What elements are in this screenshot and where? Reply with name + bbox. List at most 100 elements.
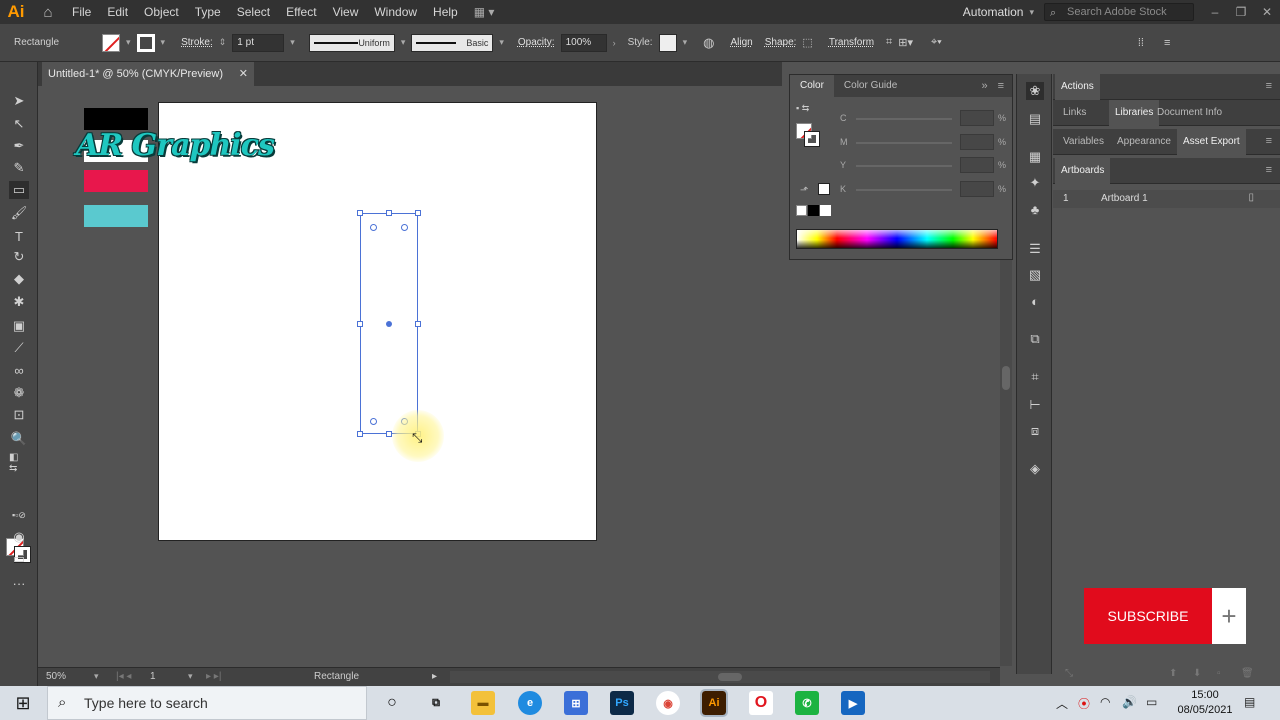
subscribe-plus-icon[interactable]: + [1212,588,1246,644]
selected-rectangle[interactable] [357,210,421,437]
swatches-icon[interactable]: ▦ [1026,148,1044,166]
black-value-field[interactable] [960,181,994,197]
taskbar-search-input[interactable]: ⌕ Type here to search [47,686,367,720]
menu-select[interactable]: Select [229,0,278,24]
stroke-icon[interactable] [804,131,820,147]
chevron-down-icon[interactable]: ▾ [94,671,99,682]
move-down-icon[interactable]: ⬇ [1193,668,1201,679]
gradient-panel-icon[interactable]: ▧ [1026,266,1044,284]
panel-options-icon[interactable]: ⁞⁞ [1138,37,1144,49]
align-link[interactable]: Align [730,37,752,48]
none-swatch[interactable] [796,205,807,216]
layers-icon[interactable]: ◈ [1026,460,1044,478]
blend-tool-icon[interactable]: ∞ [9,361,29,379]
opacity-label[interactable]: Opacity: [518,37,555,48]
corner-widget[interactable] [370,224,377,231]
opacity-field[interactable]: 100% [560,33,607,52]
subscribe-button[interactable]: SUBSCRIBE [1084,588,1212,644]
zoom-level[interactable]: 50% [46,671,66,682]
notifications-icon[interactable]: ▤ [1244,695,1255,709]
drawing-modes-icon[interactable]: ◉ [9,528,29,546]
chevron-right-icon[interactable]: › [613,38,616,48]
handle-middle-right[interactable] [415,321,421,327]
color-panel-icon[interactable]: ❀ [1026,82,1044,100]
panel-menu-icon[interactable]: ≡ [1266,135,1272,147]
artboard-options-icon[interactable]: ▯ [1248,192,1254,203]
windows-start-icon[interactable]: ⊞ [0,686,46,720]
selection-tool-icon[interactable]: ➤ [9,92,29,110]
brushes-icon[interactable]: ✦ [1026,174,1044,192]
rearrange-icon[interactable]: ⤡ [1065,668,1073,679]
pathfinder-icon[interactable]: ⧈ [1026,422,1044,440]
direct-selection-tool-icon[interactable]: ↖ [9,115,29,133]
menu-edit[interactable]: Edit [99,0,136,24]
zoom-tool-icon[interactable]: 🔍 [9,430,29,448]
stroke-swatch[interactable] [136,33,155,52]
shape-icon[interactable]: ⬚ [802,36,812,49]
menu-help[interactable]: Help [425,0,466,24]
horizontal-scrollbar[interactable] [450,671,990,683]
cortana-icon[interactable]: ○ [380,691,404,715]
chevron-down-icon[interactable]: ▾ [188,671,193,682]
stroke-weight-field[interactable]: 1 pt [232,33,285,52]
eraser-tool-icon[interactable]: ◆ [9,270,29,288]
corner-widget[interactable] [370,418,377,425]
media-player-icon[interactable]: ▶ [841,691,865,715]
color-spectrum[interactable] [796,229,998,249]
magenta-value-field[interactable] [960,134,994,150]
panel-menu-icon[interactable]: ≡ [1266,80,1272,92]
document-icon[interactable]: ▤ [1026,110,1044,128]
workspace-switcher[interactable]: Automation [963,5,1024,19]
artboard-nav-next-icon[interactable]: ▸ ▸| [206,671,221,682]
color-mode-icon[interactable]: ▪▫⊘ [9,506,29,524]
stepper-icon[interactable]: ⇕ [219,37,227,48]
tab-actions[interactable]: Actions [1055,74,1100,100]
task-view-icon[interactable]: ⧉ [424,691,448,715]
network-icon[interactable]: ◠ [1100,695,1110,709]
photoshop-icon[interactable]: Ps [610,691,634,715]
gradient-tool-icon[interactable]: ▣ [9,317,29,335]
brush-definition[interactable]: Basic [411,33,494,52]
store-icon[interactable]: ⊞ [564,691,588,715]
home-icon[interactable]: ⌂ [32,0,64,24]
menu-icon[interactable]: ≡ [1164,37,1170,49]
puppet-warp-tool-icon[interactable]: ✱ [9,293,29,311]
handle-top-left[interactable] [357,210,363,216]
chevron-down-icon[interactable]: ▾ [499,37,504,48]
stroke-panel-icon[interactable]: ☰ [1026,240,1044,258]
chevron-up-icon[interactable]: ︿ [1056,695,1068,712]
cyan-slider[interactable]: C% [840,110,1010,126]
last-color-swatch[interactable] [818,183,830,195]
tab-appearance[interactable]: Appearance [1111,129,1177,155]
panel-menu-icon[interactable]: ≡ [1266,164,1272,176]
corner-widget[interactable] [401,224,408,231]
white-quick-swatch[interactable] [820,205,831,216]
menu-file[interactable]: File [64,0,99,24]
tab-color[interactable]: Color [790,75,834,97]
chevron-down-icon[interactable]: ▾ [161,37,166,48]
stroke-label[interactable]: Stroke: [181,37,213,48]
record-icon[interactable]: ⦿ [1078,695,1090,712]
transform-link[interactable]: Transform [829,37,874,48]
recolor-artwork-icon[interactable]: ◍ [703,35,714,51]
search-stock-input[interactable]: ⌕ Search Adobe Stock [1044,3,1194,21]
collapse-icon[interactable]: » [981,80,987,92]
status-menu-icon[interactable]: ▸ [432,671,437,682]
phone-app-icon[interactable]: ✆ [795,691,819,715]
rectangle-tool-icon[interactable]: ▭ [9,181,29,199]
variable-width-profile[interactable]: Uniform [308,33,395,52]
restore-icon[interactable]: ❐ [1228,5,1254,19]
black-quick-swatch[interactable] [808,205,819,216]
curvature-tool-icon[interactable]: ✎ [9,159,29,177]
scroll-thumb[interactable] [1002,366,1010,390]
handle-middle-left[interactable] [357,321,363,327]
file-explorer-icon[interactable]: ▬ [471,691,495,715]
transparency-icon[interactable]: ◐ [1026,292,1044,310]
screen-mode-icon[interactable]: ▭ [9,550,29,568]
image-trace-icon[interactable]: ⧉ [1026,330,1044,348]
tab-document-info[interactable]: Document Info [1151,100,1228,126]
pink-swatch-block[interactable] [84,170,148,192]
symbols-icon[interactable]: ♣ [1026,200,1044,218]
shape-link[interactable]: Shape: [765,37,797,48]
chevron-down-icon[interactable]: ▾ [401,37,406,48]
